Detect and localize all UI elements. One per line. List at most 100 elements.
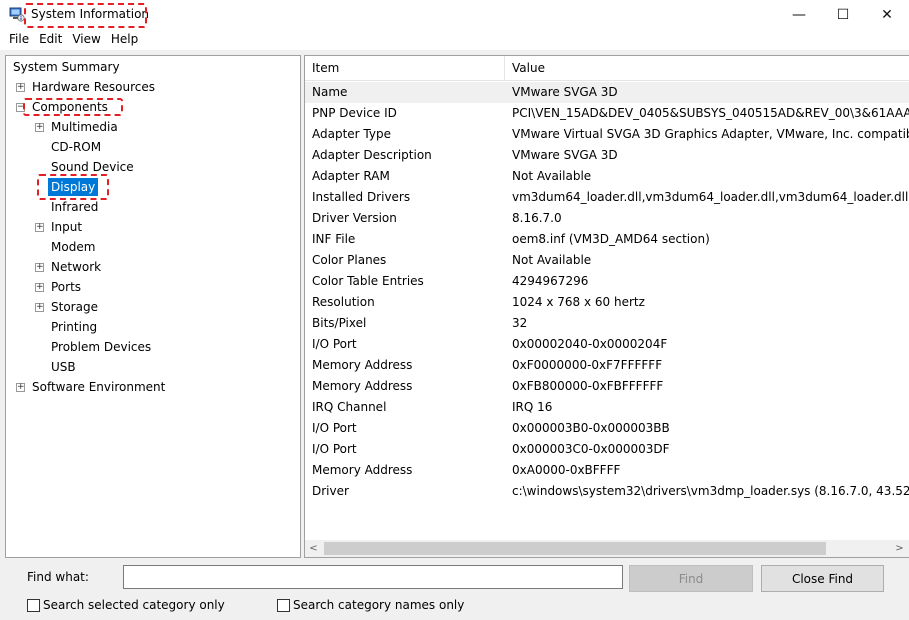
tree-item-label: Input [51, 220, 83, 234]
menu-bar: File Edit View Help [0, 30, 909, 50]
table-row[interactable]: Name VMware SVGA 3D [305, 82, 909, 103]
table-row[interactable]: Memory Address 0xA0000-0xBFFFF [305, 460, 909, 481]
table-row[interactable]: Adapter Description VMware SVGA 3D [305, 145, 909, 166]
tree-item-multimedia[interactable]: Multimedia [48, 118, 121, 136]
tree-item-usb[interactable]: USB [48, 358, 79, 376]
row-item-cell: Adapter Type [312, 127, 391, 141]
tree-item-storage[interactable]: Storage [48, 298, 101, 316]
row-value-cell: 0x000003B0-0x000003BB [512, 421, 670, 435]
find-button[interactable]: Find [629, 565, 753, 592]
horizontal-scrollbar[interactable]: < > [305, 540, 909, 557]
row-value-cell: IRQ 16 [512, 400, 553, 414]
maximize-button[interactable]: ☐ [820, 0, 866, 30]
tree-item-label: USB [51, 360, 76, 374]
row-value-cell: 1024 x 768 x 60 hertz [512, 295, 645, 309]
find-what-label: Find what: [27, 570, 89, 584]
tree-item-network[interactable]: Network [48, 258, 104, 276]
scrollbar-thumb[interactable] [324, 542, 826, 555]
tree-item-software-environment[interactable]: Software Environment [29, 378, 168, 396]
tree-item-label: Ports [51, 280, 82, 294]
menu-edit[interactable]: Edit [34, 30, 67, 50]
tree-item-display[interactable]: Display [48, 178, 99, 196]
details-list[interactable]: Item Value Name VMware SVGA 3D PNP Device … [304, 55, 909, 558]
menu-help[interactable]: Help [106, 30, 143, 50]
table-row[interactable]: Adapter RAM Not Available [305, 166, 909, 187]
tree-item-label: Modem [51, 240, 96, 254]
table-row[interactable]: INF File oem8.inf (VM3D_AMD64 section) [305, 229, 909, 250]
tree-item-system-summary[interactable]: System Summary [10, 58, 123, 76]
row-value-cell: VMware Virtual SVGA 3D Graphics Adapter,… [512, 127, 909, 141]
expand-icon[interactable]: + [35, 283, 44, 292]
tree-item-label: Problem Devices [51, 340, 152, 354]
tree-item-infrared[interactable]: Infrared [48, 198, 101, 216]
tree-item-components[interactable]: Components [29, 98, 111, 116]
tree-item-label: Infrared [51, 200, 99, 214]
column-header-value[interactable]: Value [505, 56, 909, 81]
row-value-cell: 0xA0000-0xBFFFF [512, 463, 621, 477]
tree-item-printing[interactable]: Printing [48, 318, 100, 336]
table-row[interactable]: Installed Drivers vm3dum64_loader.dll,vm3… [305, 187, 909, 208]
system-information-icon [9, 7, 25, 22]
table-row[interactable]: PNP Device ID PCI\VEN_15AD&DEV_0405&SUBSY… [305, 103, 909, 124]
tree-item-cd-rom[interactable]: CD-ROM [48, 138, 104, 156]
checkbox-label: Search selected category only [43, 598, 225, 612]
table-row[interactable]: I/O Port 0x000003C0-0x000003DF [305, 439, 909, 460]
tree-item-label: Software Environment [32, 380, 166, 394]
expand-icon[interactable]: + [35, 263, 44, 272]
table-row[interactable]: Driver c:\windows\system32\drivers\vm3dmp… [305, 481, 909, 502]
checkbox-icon[interactable] [277, 598, 290, 612]
tree-item-hardware-resources[interactable]: Hardware Resources [29, 78, 158, 96]
table-row[interactable]: Memory Address 0xFB800000-0xFBFFFFFF [305, 376, 909, 397]
table-row[interactable]: I/O Port 0x00002040-0x0000204F [305, 334, 909, 355]
table-row[interactable]: Color Table Entries 4294967296 [305, 271, 909, 292]
close-find-button[interactable]: Close Find [761, 565, 884, 592]
menu-file[interactable]: File [4, 30, 34, 50]
table-row[interactable]: Adapter Type VMware Virtual SVGA 3D Graph… [305, 124, 909, 145]
table-row[interactable]: Bits/Pixel 32 [305, 313, 909, 334]
tree-item-ports[interactable]: Ports [48, 278, 84, 296]
column-header-item[interactable]: Item [305, 56, 505, 81]
search-selected-category-checkbox[interactable]: Search selected category only [27, 598, 225, 612]
table-row[interactable]: Color Planes Not Available [305, 250, 909, 271]
tree-item-sound-device[interactable]: Sound Device [48, 158, 137, 176]
tree-item-problem-devices[interactable]: Problem Devices [48, 338, 154, 356]
tree-item-label: System Summary [13, 60, 120, 74]
table-row[interactable]: IRQ Channel IRQ 16 [305, 397, 909, 418]
checkbox-icon[interactable] [27, 598, 40, 612]
menu-view[interactable]: View [67, 30, 105, 50]
row-value-cell: vm3dum64_loader.dll,vm3dum64_loader.dll,… [512, 190, 909, 204]
expand-icon[interactable]: + [16, 83, 25, 92]
row-value-cell: 0x000003C0-0x000003DF [512, 442, 670, 456]
tree-item-input[interactable]: Input [48, 218, 85, 236]
expand-icon[interactable]: + [16, 383, 25, 392]
scroll-left-icon[interactable]: < [305, 540, 322, 557]
minimize-button[interactable]: — [776, 0, 822, 30]
row-value-cell: c:\windows\system32\drivers\vm3dmp_loade… [512, 484, 909, 498]
table-row[interactable]: Resolution 1024 x 768 x 60 hertz [305, 292, 909, 313]
row-item-cell: Driver [312, 484, 349, 498]
category-tree[interactable]: System Summary + Hardware Resources − Co… [5, 55, 301, 558]
collapse-icon[interactable]: − [16, 103, 25, 112]
tree-item-label: Sound Device [51, 160, 134, 174]
row-item-cell: IRQ Channel [312, 400, 387, 414]
scroll-right-icon[interactable]: > [891, 540, 908, 557]
expand-icon[interactable]: + [35, 303, 44, 312]
row-item-cell: I/O Port [312, 337, 357, 351]
search-category-names-checkbox[interactable]: Search category names only [277, 598, 464, 612]
tree-item-label: Printing [51, 320, 98, 334]
tree-item-modem[interactable]: Modem [48, 238, 98, 256]
row-value-cell: PCI\VEN_15AD&DEV_0405&SUBSYS_040515AD&RE… [512, 106, 909, 120]
table-row[interactable]: Driver Version 8.16.7.0 [305, 208, 909, 229]
tree-item-label: Hardware Resources [32, 80, 156, 94]
tree-item-label: Multimedia [51, 120, 118, 134]
find-what-input[interactable] [123, 565, 623, 589]
table-row[interactable]: I/O Port 0x000003B0-0x000003BB [305, 418, 909, 439]
expand-icon[interactable]: + [35, 123, 44, 132]
row-item-cell: I/O Port [312, 442, 357, 456]
row-value-cell: 32 [512, 316, 528, 330]
close-button[interactable]: ✕ [864, 0, 909, 30]
list-header: Item Value [305, 56, 909, 81]
row-item-cell: PNP Device ID [312, 106, 397, 120]
table-row[interactable]: Memory Address 0xF0000000-0xF7FFFFFF [305, 355, 909, 376]
expand-icon[interactable]: + [35, 223, 44, 232]
